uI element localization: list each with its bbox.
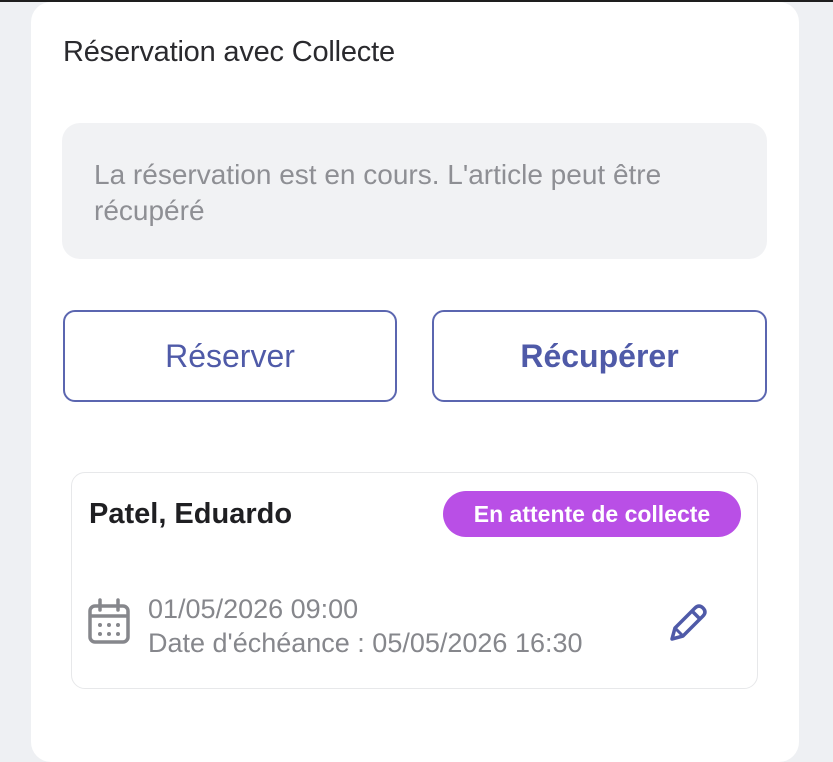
info-box: La réservation est en cours. L'article p… — [62, 123, 767, 259]
reserve-button[interactable]: Réserver — [63, 310, 397, 402]
pencil-icon[interactable] — [666, 601, 710, 645]
reservation-card: Patel, Eduardo En attente de collecte 01… — [71, 472, 758, 689]
info-message: La réservation est en cours. L'article p… — [94, 159, 662, 226]
calendar-icon — [88, 598, 130, 644]
reservation-panel: Réservation avec Collecte La réservation… — [31, 2, 799, 762]
status-badge: En attente de collecte — [443, 491, 741, 537]
collect-button[interactable]: Récupérer — [432, 310, 767, 402]
customer-name: Patel, Eduardo — [89, 498, 293, 530]
panel-title: Réservation avec Collecte — [63, 36, 395, 68]
due-date: Date d'échéance : 05/05/2026 16:30 — [148, 628, 583, 658]
reservation-date: 01/05/2026 09:00 — [148, 594, 359, 624]
